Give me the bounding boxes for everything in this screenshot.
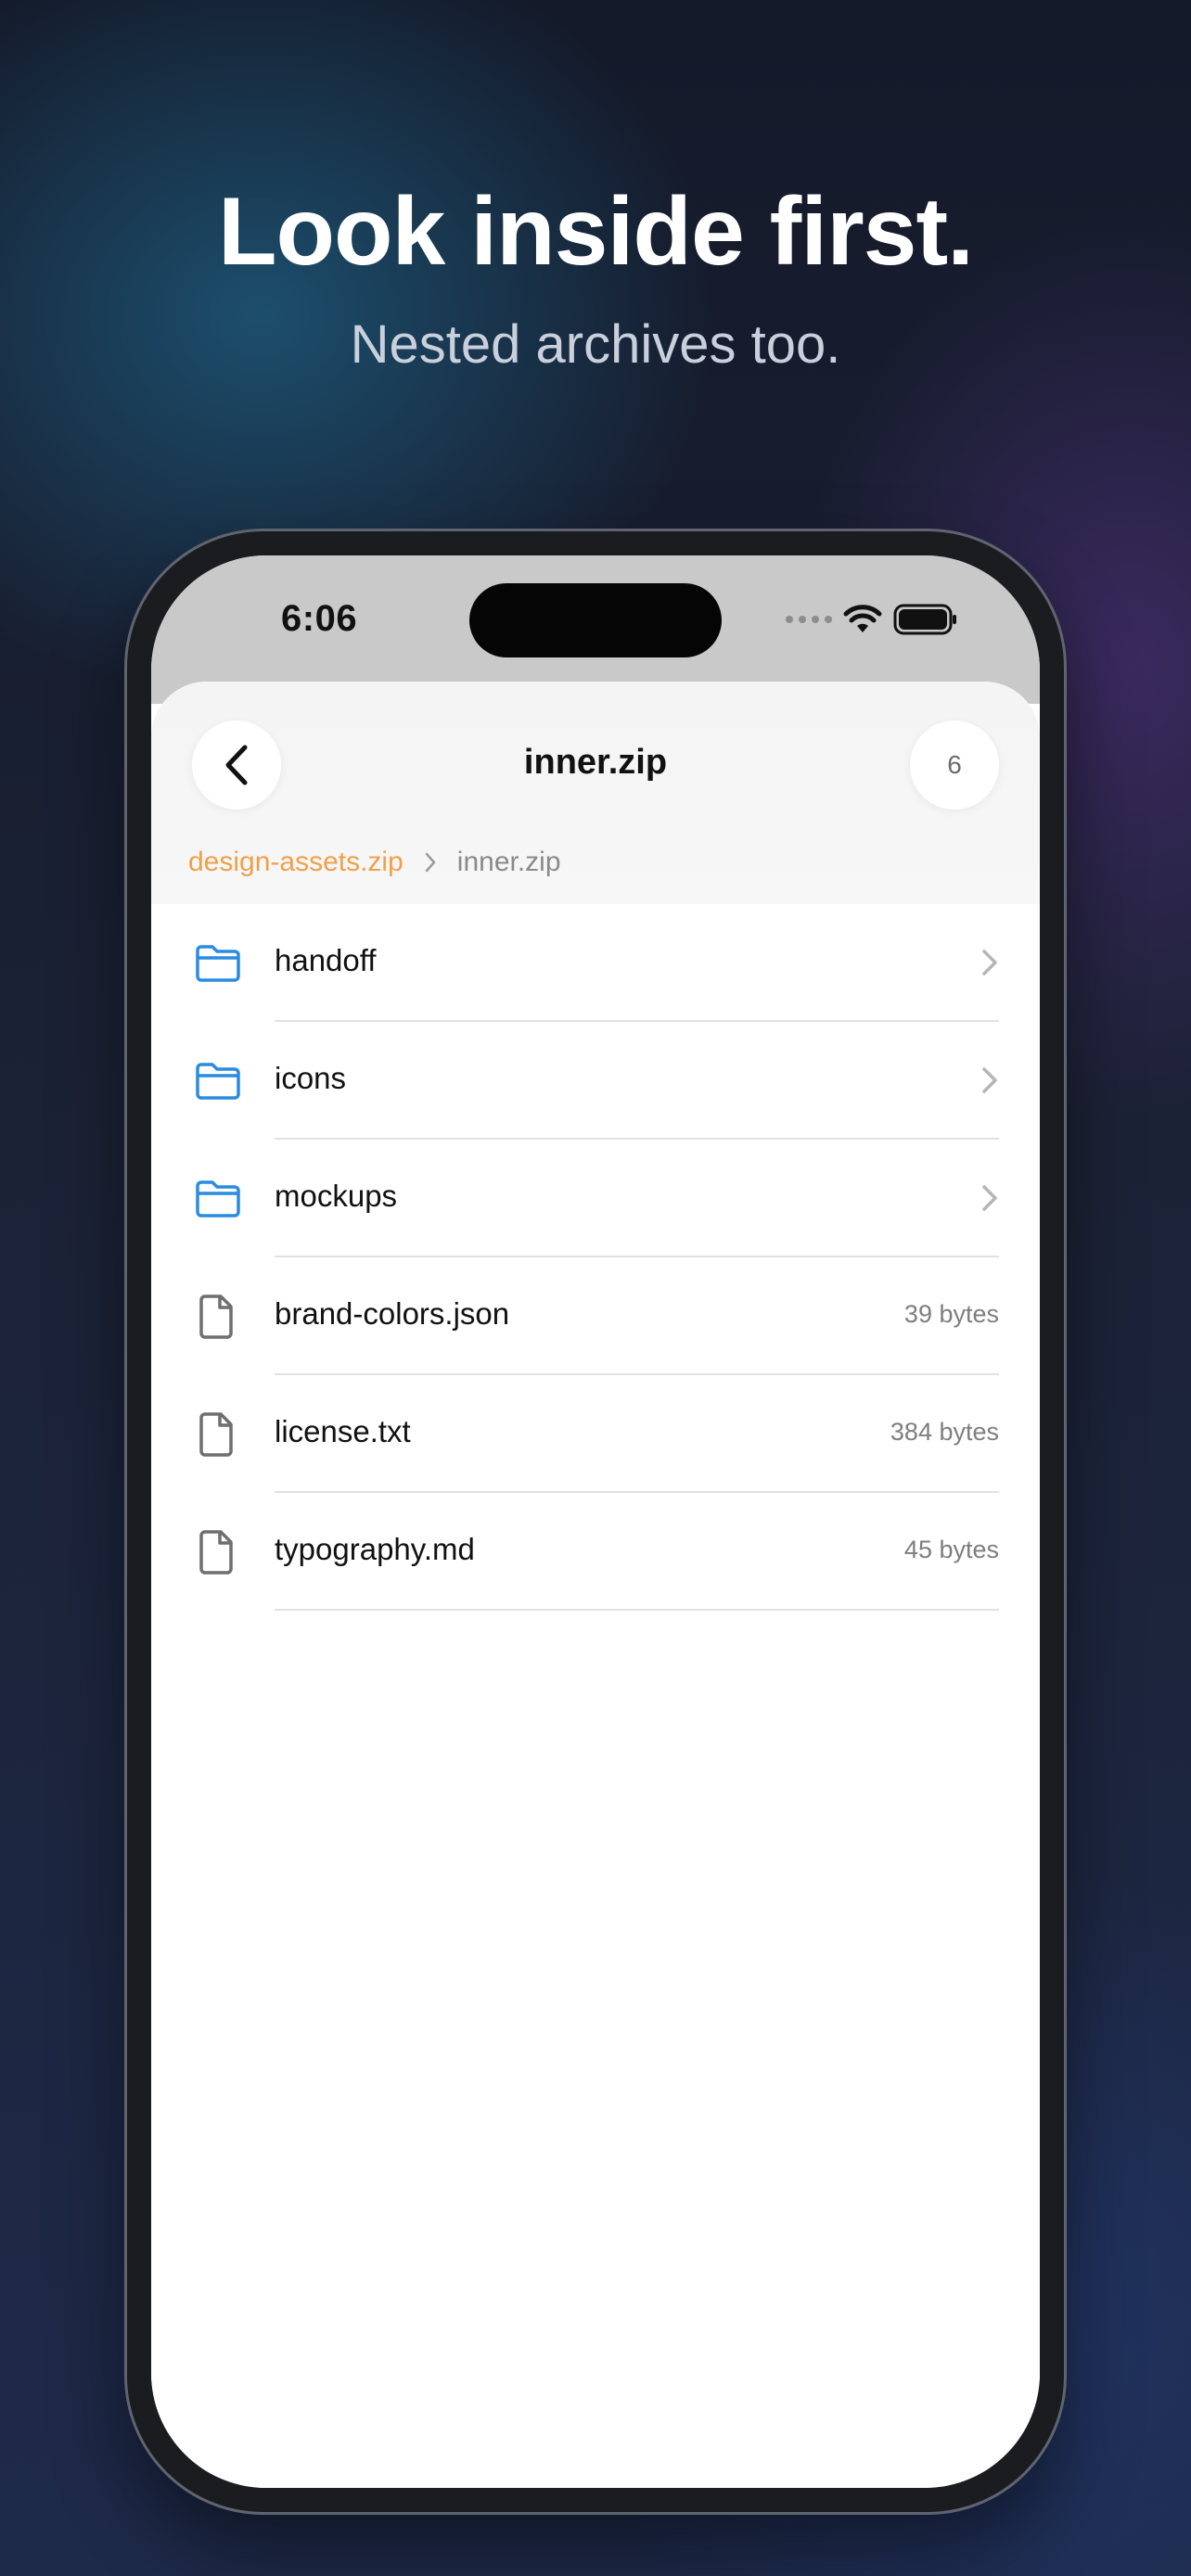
entry-name: icons bbox=[275, 1061, 347, 1095]
document-icon bbox=[199, 1412, 233, 1457]
entry-list: handoff icons mockups brand-colors.json 39 b… bbox=[151, 904, 1040, 1611]
status-time: 6:06 bbox=[281, 598, 358, 639]
wifi-icon bbox=[843, 605, 882, 632]
file-row[interactable]: license.txt 384 bytes bbox=[151, 1375, 1040, 1493]
battery-icon bbox=[893, 604, 956, 635]
document-icon bbox=[199, 1530, 233, 1575]
file-size: 39 bytes bbox=[903, 1300, 999, 1328]
document-icon bbox=[199, 1294, 233, 1339]
folder-row[interactable]: handoff bbox=[151, 904, 1040, 1022]
file-size: 45 bytes bbox=[903, 1536, 999, 1563]
breadcrumb-current: inner.zip bbox=[456, 847, 561, 877]
folder-icon bbox=[196, 945, 240, 982]
entry-name: typography.md bbox=[275, 1532, 475, 1566]
promo-subhead: Nested archives too. bbox=[350, 314, 841, 375]
entry-name: handoff bbox=[275, 943, 377, 977]
chevron-right-icon bbox=[982, 1067, 997, 1093]
row-divider bbox=[275, 1609, 999, 1611]
breadcrumb-root[interactable]: design-assets.zip bbox=[188, 847, 403, 878]
folder-row[interactable]: mockups bbox=[151, 1140, 1040, 1257]
entry-name: license.txt bbox=[275, 1414, 411, 1448]
nav-title: inner.zip bbox=[523, 743, 668, 782]
promo-headline: Look inside first. bbox=[217, 178, 974, 286]
chevron-right-icon bbox=[982, 950, 997, 976]
dynamic-island bbox=[469, 583, 722, 657]
item-count-badge: 6 bbox=[910, 721, 999, 810]
folder-row[interactable]: icons bbox=[151, 1022, 1040, 1140]
file-size: 384 bytes bbox=[890, 1418, 999, 1446]
chevron-right-icon bbox=[425, 852, 436, 873]
file-row[interactable]: brand-colors.json 39 bytes bbox=[151, 1257, 1040, 1375]
nav-bar: inner.zip 6 design-assets.zip inner.zip bbox=[151, 682, 1040, 904]
chevron-right-icon bbox=[982, 1185, 997, 1211]
folder-icon bbox=[196, 1180, 240, 1218]
entry-name: mockups bbox=[275, 1179, 398, 1213]
folder-icon bbox=[196, 1063, 240, 1100]
entry-name: brand-colors.json bbox=[275, 1296, 510, 1331]
archive-sheet: inner.zip 6 design-assets.zip inner.zip … bbox=[151, 682, 1040, 2488]
status-icons bbox=[786, 604, 958, 635]
breadcrumb: design-assets.zip inner.zip bbox=[188, 847, 561, 878]
phone-screen: 6:06 inner.zip 6 design-assets.zip inner… bbox=[151, 555, 1040, 2488]
phone-frame: 6:06 inner.zip 6 design-assets.zip inner… bbox=[124, 529, 1067, 2515]
file-row[interactable]: typography.md 45 bytes bbox=[151, 1493, 1040, 1611]
signal-dots-icon bbox=[786, 616, 832, 623]
